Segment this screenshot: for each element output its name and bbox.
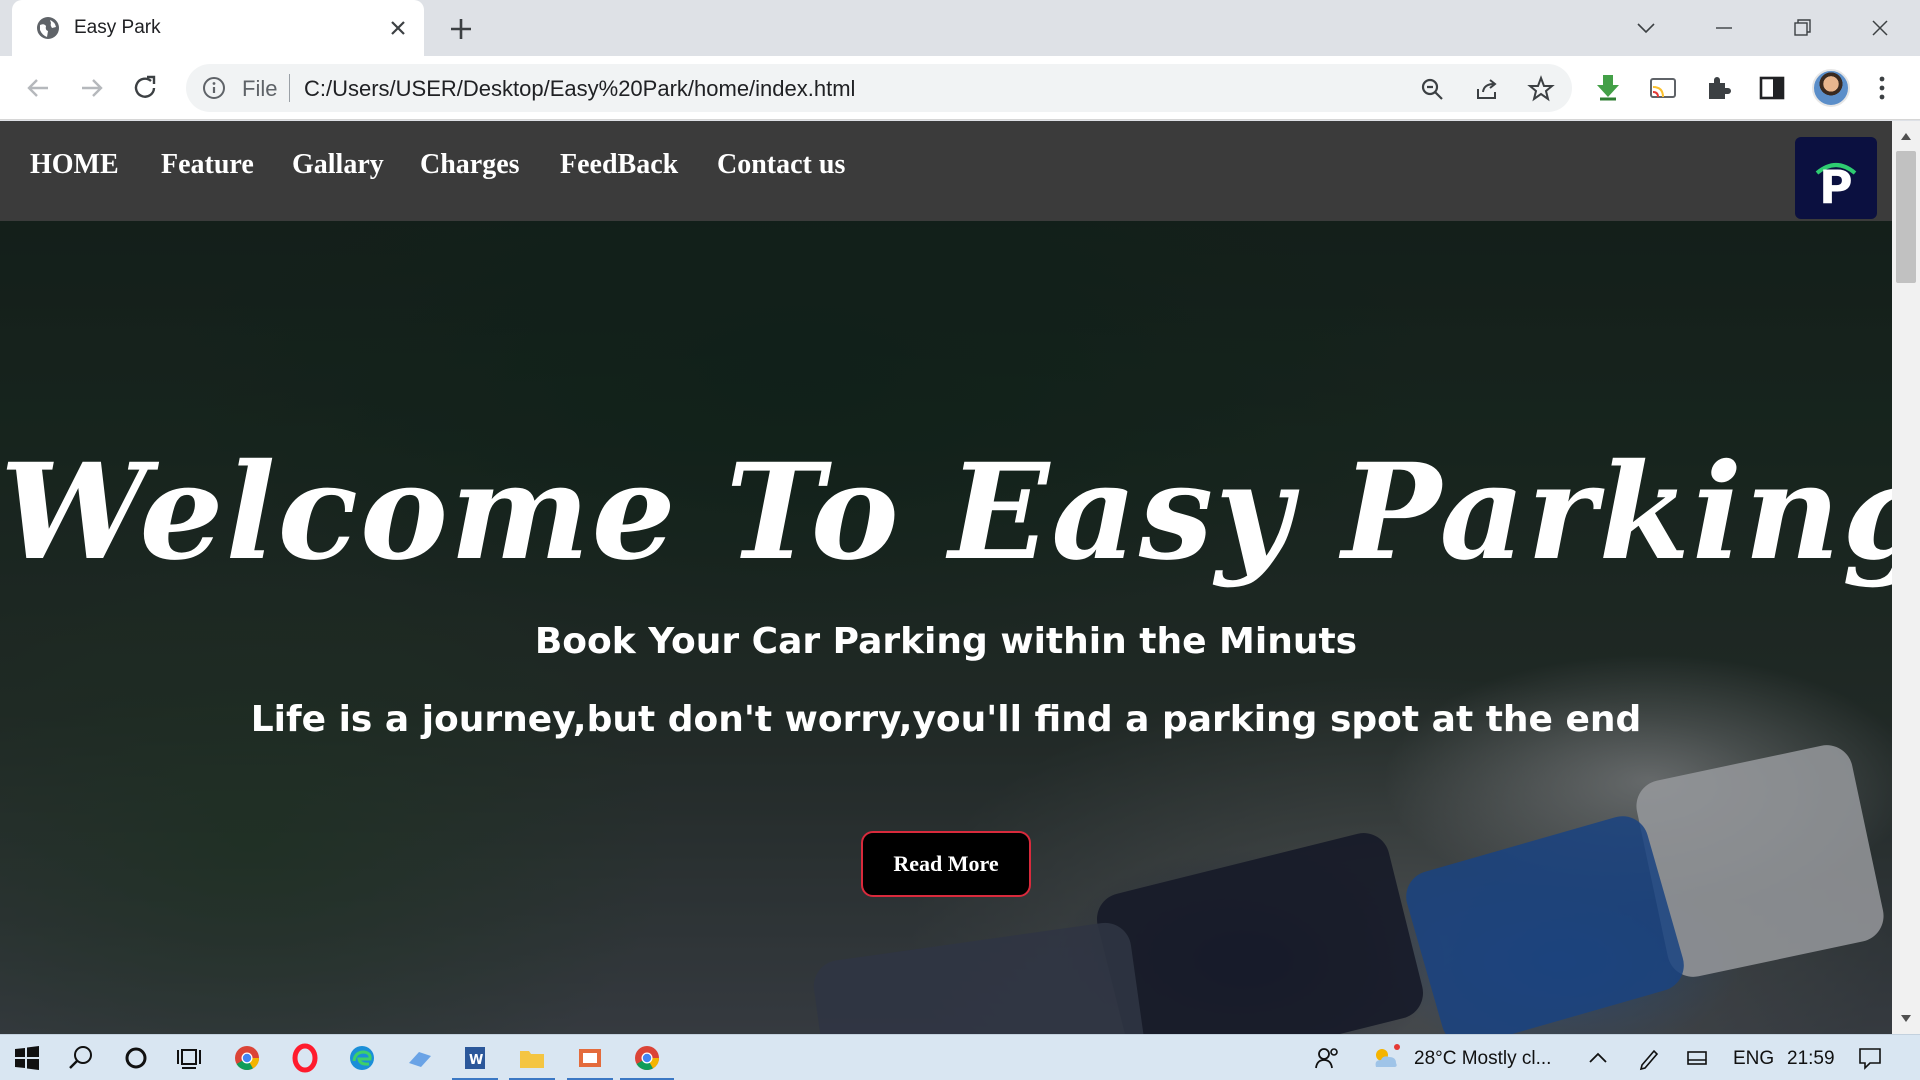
app-icon[interactable]: [405, 1043, 435, 1073]
pen-icon[interactable]: [1636, 1043, 1662, 1073]
reload-icon[interactable]: [128, 70, 164, 106]
restore-icon[interactable]: [1784, 10, 1820, 46]
weather-text[interactable]: 28°C Mostly cl...: [1414, 1048, 1551, 1070]
network-icon[interactable]: [1684, 1043, 1710, 1073]
search-icon[interactable]: [66, 1043, 96, 1073]
sidebar-icon[interactable]: [1754, 70, 1790, 106]
notification-icon[interactable]: [1855, 1043, 1885, 1073]
forward-icon[interactable]: [74, 70, 110, 106]
hero-title: Welcome To Easy Parking: [0, 435, 1892, 590]
tab-strip: Easy Park: [0, 0, 1920, 56]
menu-icon[interactable]: [1864, 70, 1900, 106]
chrome-active-icon[interactable]: [632, 1043, 662, 1073]
scrollbar-thumb[interactable]: [1896, 151, 1916, 283]
read-more-button[interactable]: Read More: [861, 831, 1031, 897]
star-icon[interactable]: [1527, 75, 1555, 103]
nav-feature[interactable]: Feature: [161, 149, 254, 181]
task-view-icon[interactable]: [174, 1043, 204, 1073]
tab-easy-park[interactable]: Easy Park: [12, 0, 424, 56]
zoom-icon[interactable]: [1418, 75, 1446, 103]
back-icon[interactable]: [20, 70, 56, 106]
parking-logo-icon: P: [1815, 160, 1857, 214]
presentation-icon[interactable]: [575, 1043, 605, 1073]
people-icon[interactable]: [1312, 1043, 1342, 1073]
plus-icon[interactable]: [446, 14, 476, 44]
site-navbar: HOME Feature Gallary Charges FeedBack Co…: [0, 121, 1892, 221]
browser-toolbar: File C:/Users/USER/Desktop/Easy%20Park/h…: [0, 56, 1920, 120]
chrome-icon[interactable]: [232, 1043, 262, 1073]
cast-icon[interactable]: [1645, 70, 1681, 106]
nav-gallary[interactable]: Gallary: [292, 149, 384, 181]
windows-icon[interactable]: [12, 1043, 42, 1073]
close-icon[interactable]: [384, 14, 412, 42]
info-icon[interactable]: [202, 76, 226, 100]
chevron-up-icon[interactable]: [1586, 1043, 1610, 1073]
chevron-down-icon[interactable]: [1628, 10, 1664, 46]
nav-contact-us[interactable]: Contact us: [717, 149, 845, 181]
url-scheme: File: [242, 76, 278, 101]
weather-icon[interactable]: [1368, 1043, 1402, 1073]
language-indicator[interactable]: ENG: [1733, 1048, 1774, 1070]
extensions-icon[interactable]: [1700, 70, 1736, 106]
minimize-icon[interactable]: [1706, 10, 1742, 46]
close-window-icon[interactable]: [1862, 10, 1898, 46]
globe-icon: [37, 17, 59, 39]
tab-title: Easy Park: [74, 17, 161, 38]
profile-avatar[interactable]: [1812, 69, 1850, 107]
word-icon[interactable]: W: [460, 1043, 490, 1073]
nav-charges[interactable]: Charges: [420, 149, 520, 181]
nav-home[interactable]: HOME: [30, 149, 119, 181]
svg-text:W: W: [469, 1053, 483, 1068]
cortana-icon[interactable]: [121, 1043, 151, 1073]
windows-taskbar: W 28°C Mostly cl... ENG 21:59: [0, 1034, 1920, 1080]
folder-icon[interactable]: [517, 1043, 547, 1073]
page-scrollbar[interactable]: [1892, 121, 1920, 1034]
page-viewport: HOME Feature Gallary Charges FeedBack Co…: [0, 121, 1892, 1034]
download-icon[interactable]: [1590, 70, 1626, 106]
site-logo[interactable]: P: [1795, 137, 1877, 219]
hero-quote: Life is a journey,but don't worry,you'll…: [250, 699, 1642, 740]
opera-icon[interactable]: [290, 1043, 320, 1073]
logo-letter: P: [1819, 160, 1853, 214]
scroll-down-icon[interactable]: [1900, 1014, 1912, 1024]
address-bar[interactable]: File C:/Users/USER/Desktop/Easy%20Park/h…: [186, 64, 1572, 112]
clock[interactable]: 21:59: [1787, 1048, 1835, 1070]
url-text[interactable]: C:/Users/USER/Desktop/Easy%20Park/home/i…: [304, 76, 855, 102]
nav-feedback[interactable]: FeedBack: [560, 149, 678, 181]
share-icon[interactable]: [1473, 75, 1501, 103]
hero-subtitle: Book Your Car Parking within the Minuts: [534, 621, 1358, 662]
omnibox-divider: [289, 74, 290, 102]
edge-icon[interactable]: [347, 1043, 377, 1073]
scroll-up-icon[interactable]: [1900, 131, 1912, 141]
